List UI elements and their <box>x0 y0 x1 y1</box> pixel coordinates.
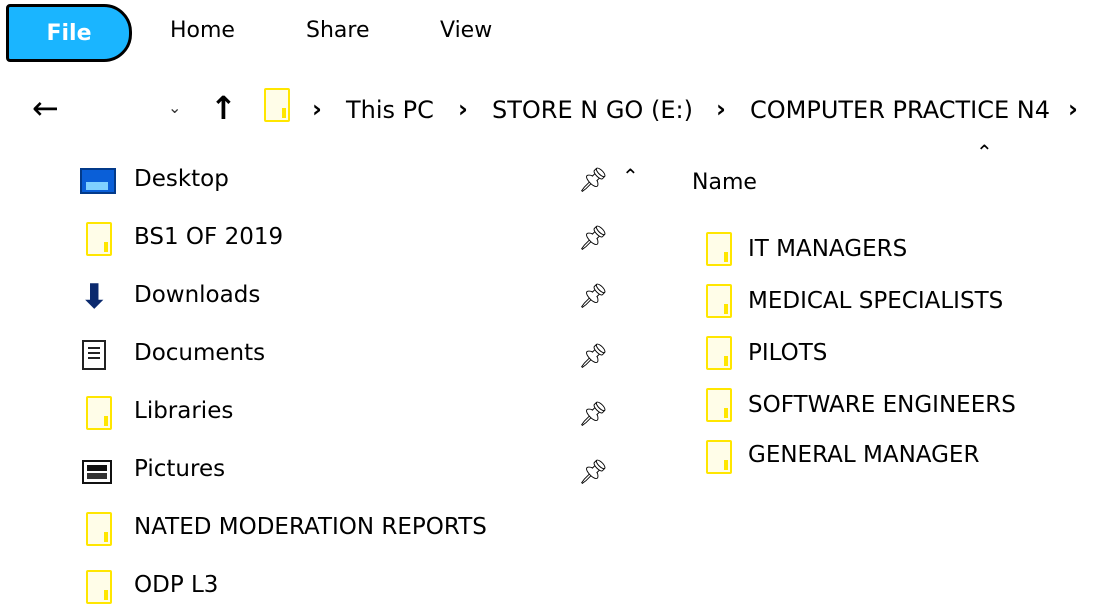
nav-item-libraries[interactable]: Libraries <box>134 398 233 424</box>
pictures-icon <box>82 460 112 484</box>
list-item-medical-specialists[interactable]: MEDICAL SPECIALISTS <box>748 288 1003 314</box>
nav-item-nated-moderation-reports[interactable]: NATED MODERATION REPORTS <box>134 514 487 540</box>
folder-icon <box>706 232 732 266</box>
column-header-name[interactable]: Name <box>692 170 757 195</box>
breadcrumb-separator-icon[interactable]: › <box>716 95 726 123</box>
desktop-icon <box>80 168 116 194</box>
tab-home[interactable]: Home <box>170 18 235 43</box>
file-tab[interactable]: File <box>6 4 132 62</box>
nav-item-documents[interactable]: Documents <box>134 340 265 366</box>
pin-icon[interactable]: 📌︎ <box>578 400 608 428</box>
nav-item-desktop[interactable]: Desktop <box>134 166 229 192</box>
folder-icon <box>706 388 732 422</box>
breadcrumb-this-pc[interactable]: This PC <box>346 96 434 124</box>
list-item-pilots[interactable]: PILOTS <box>748 340 827 366</box>
nav-item-bs1-of-2019[interactable]: BS1 OF 2019 <box>134 224 283 250</box>
list-item-software-engineers[interactable]: SOFTWARE ENGINEERS <box>748 392 1016 418</box>
documents-icon <box>82 340 106 370</box>
breadcrumb-computer-practice-n4[interactable]: COMPUTER PRACTICE N4 <box>750 96 1050 124</box>
breadcrumb-separator-icon[interactable]: › <box>458 95 468 123</box>
folder-icon <box>86 512 112 546</box>
collapse-quick-access-chevron-icon[interactable]: ⌃ <box>622 164 639 188</box>
pin-icon[interactable]: 📌︎ <box>578 166 608 194</box>
pin-icon[interactable]: 📌︎ <box>578 342 608 370</box>
back-arrow-icon[interactable]: ← <box>32 92 59 124</box>
pin-icon[interactable]: 📌︎ <box>578 458 608 486</box>
pin-icon[interactable]: 📌︎ <box>578 282 608 310</box>
tab-view[interactable]: View <box>440 18 492 43</box>
tab-share[interactable]: Share <box>306 18 370 43</box>
folder-icon <box>86 396 112 430</box>
nav-item-downloads[interactable]: Downloads <box>134 282 260 308</box>
folder-icon <box>706 440 732 474</box>
breadcrumb-store-n-go[interactable]: STORE N GO (E:) <box>492 96 693 124</box>
download-icon: ⬇ <box>80 277 109 317</box>
file-tab-label: File <box>46 20 92 46</box>
nav-item-pictures[interactable]: Pictures <box>134 456 225 482</box>
folder-icon <box>706 336 732 370</box>
sort-ascending-chevron-icon[interactable]: ⌃ <box>976 140 993 164</box>
nav-item-odp-l3[interactable]: ODP L3 <box>134 572 218 598</box>
recent-locations-chevron-icon[interactable]: ⌄ <box>168 98 181 117</box>
list-item-general-manager[interactable]: GENERAL MANAGER <box>748 442 979 468</box>
folder-icon <box>86 570 112 604</box>
list-item-it-managers[interactable]: IT MANAGERS <box>748 236 907 262</box>
breadcrumb-separator-icon[interactable]: › <box>1068 95 1078 123</box>
up-arrow-icon[interactable]: ↑ <box>210 92 237 124</box>
folder-icon <box>86 222 112 256</box>
pin-icon[interactable]: 📌︎ <box>578 224 608 252</box>
breadcrumb-separator-icon[interactable]: › <box>312 95 322 123</box>
folder-icon <box>706 284 732 318</box>
address-folder-icon <box>264 88 290 122</box>
